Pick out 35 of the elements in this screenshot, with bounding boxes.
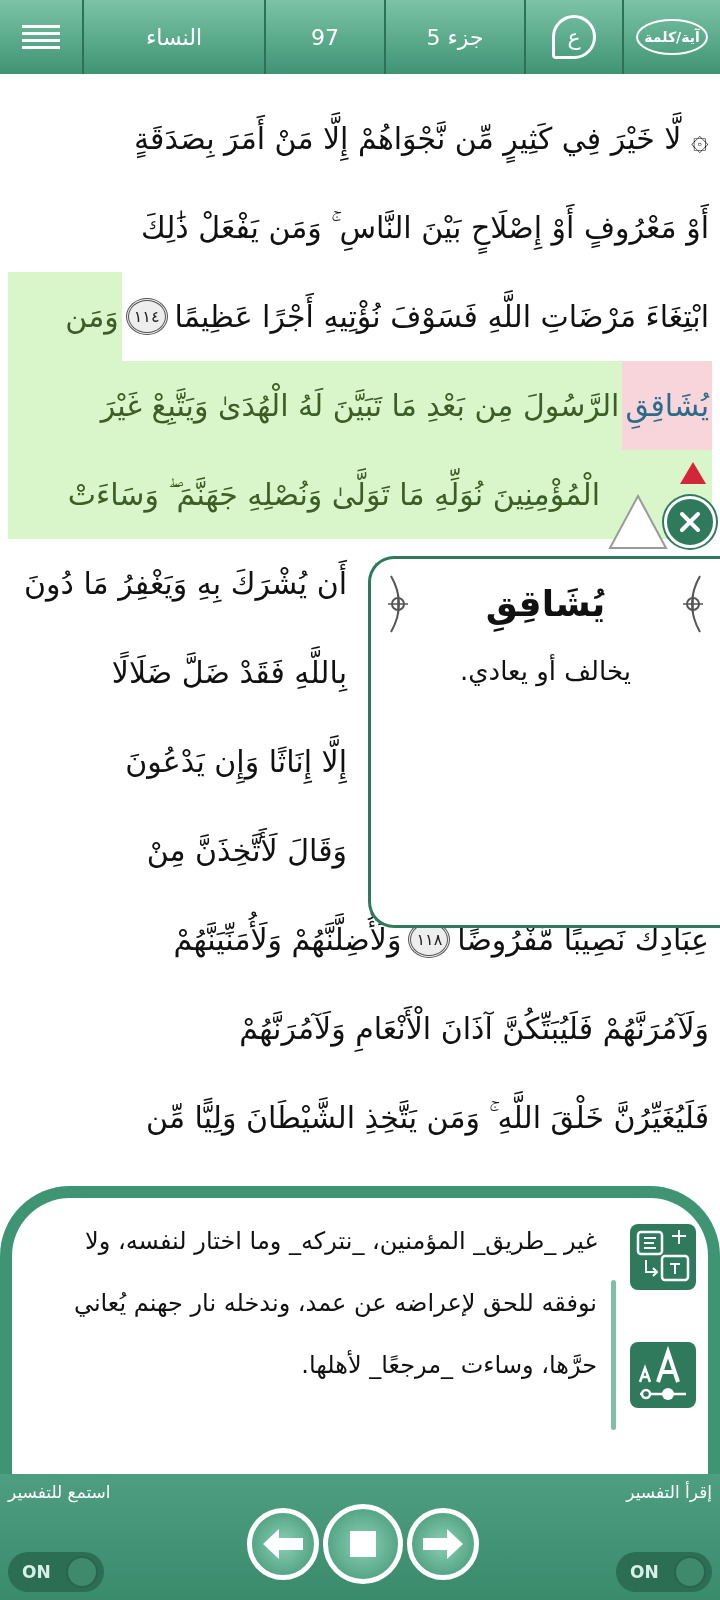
verse-text[interactable]: فَلَيُغَيِّرُنَّ خَلْقَ اللَّهِ ۚ وَمَن يَتَّخِذِ الشَّيْطَانَ وَلِيًّا مِّن bbox=[143, 1073, 712, 1162]
verse-text[interactable]: ابْتِغَاءَ مَرْضَاتِ اللَّهِ فَسَوْفَ نُؤْتِيهِ أَجْرًا عَظِيمًا bbox=[171, 272, 712, 361]
pointer-icon bbox=[680, 462, 706, 484]
read-tafsir-label: إقرأ التفسير bbox=[626, 1482, 712, 1502]
verse-text[interactable]: وَمَن bbox=[8, 272, 122, 361]
triangle-icon bbox=[608, 494, 668, 550]
verse-text[interactable]: أَوْ مَعْرُوفٍ أَوْ إِصْلَاحٍ بَيْنَ النَّاسِ ۚ وَمَن يَفْعَلْ ذَٰلِكَ bbox=[137, 183, 712, 272]
scroll-bar[interactable] bbox=[611, 1280, 616, 1430]
verse-text[interactable]: وَقَالَ لَأَتَّخِذَنَّ مِنْ bbox=[143, 806, 350, 895]
verse-text[interactable]: ۞ لَّا خَيْرَ فِي كَثِيرٍ مِّن نَّجْوَاهُمْ إِلَّا مَنْ أَمَرَ بِصَدَقَةٍ bbox=[131, 94, 712, 183]
close-icon[interactable] bbox=[679, 511, 701, 533]
verse-number-marker: ١١٤ bbox=[125, 298, 168, 335]
verse-text[interactable]: وَلَآمُرَنَّهُمْ فَلَيُبَتِّكُنَّ آذَانَ الْأَنْعَامِ وَلَآمُرَنَّهُمْ bbox=[236, 984, 712, 1073]
listen-tafsir-label: استمع للتفسير bbox=[8, 1482, 111, 1502]
tafsir-text: غير _طريق_ المؤمنين، _نتركه_ وما اختار لنفسه، ولا نوفقه للحق لإعراضه عن عمد، وندخله نار جهنم يُعاني حرَّها، وساءت _مرجعًا_ لأهلها. bbox=[72, 1226, 597, 1381]
close-button[interactable] bbox=[664, 496, 716, 548]
menu-icon[interactable] bbox=[22, 25, 60, 49]
listen-tafsir-toggle[interactable]: ON bbox=[8, 1552, 104, 1592]
verse-text[interactable]: وَلَأُضِلَّنَّهُمْ وَلَأُمَنِّيَنَّهُمْ bbox=[170, 895, 405, 984]
verse-text[interactable]: إِلَّا إِنَاثًا وَإِن يَدْعُونَ bbox=[122, 717, 350, 806]
popup-word: يُشَاقِقِ bbox=[481, 573, 610, 635]
ornament-icon bbox=[680, 573, 706, 634]
arrow-right-icon[interactable] bbox=[423, 1529, 464, 1559]
verse-text[interactable]: يُشَاقِقِ bbox=[622, 361, 712, 450]
verse-text[interactable]: الرَّسُولَ مِن بَعْدِ مَا تَبَيَّنَ لَهُ الْهُدَىٰ وَيَتَّبِعْ غَيْرَ bbox=[8, 361, 623, 450]
translate-icon[interactable] bbox=[630, 1224, 696, 1290]
font-size-icon[interactable] bbox=[630, 1342, 696, 1408]
verse-text[interactable]: أَن يُشْرَكَ بِهِ وَيَغْفِرُ مَا دُونَ bbox=[21, 539, 350, 628]
read-tafsir-toggle[interactable]: ON bbox=[616, 1552, 712, 1592]
verse-text[interactable]: بِاللَّهِ فَقَدْ ضَلَّ ضَلَالًا bbox=[108, 628, 350, 717]
ornament-icon bbox=[385, 573, 411, 634]
verse-text[interactable]: الْمُؤْمِنِينَ نُوَلِّهِ مَا تَوَلَّىٰ وَنُصْلِهِ جَهَنَّمَ ۖ وَسَاءَتْ bbox=[8, 450, 712, 539]
arrow-left-icon[interactable] bbox=[263, 1529, 304, 1559]
stop-icon[interactable] bbox=[350, 1531, 377, 1557]
popup-meaning: يخالف أو يعادي. bbox=[459, 656, 632, 687]
